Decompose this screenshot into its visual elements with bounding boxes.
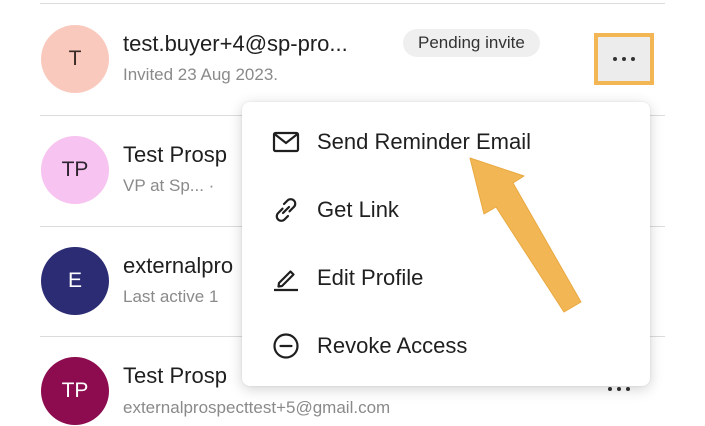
avatar-initials: T: [68, 47, 82, 70]
mail-icon: [271, 127, 301, 157]
contact-name[interactable]: Test Prosp: [123, 142, 227, 168]
avatar: E: [41, 247, 109, 315]
contact-subtitle: externalprospecttest+5@gmail.com: [123, 398, 391, 417]
avatar: TP: [41, 357, 109, 425]
avatar-initials: TP: [61, 158, 89, 181]
menu-item-label: Edit Profile: [317, 265, 424, 290]
contact-subtitle: Invited 23 Aug 2023.: [123, 65, 279, 84]
minus-circle-icon: [271, 331, 301, 361]
avatar: TP: [41, 136, 109, 204]
menu-item-label: Get Link: [317, 197, 399, 222]
avatar-initials: TP: [61, 379, 89, 402]
more-horizontal-icon: [613, 57, 635, 61]
contact-subtitle: VP at Sp... ·: [123, 176, 215, 195]
divider: [40, 3, 665, 4]
contact-name[interactable]: test.buyer+4@sp-pro...: [123, 31, 348, 57]
context-menu: Send Reminder Email Get Link Edit Profil…: [242, 102, 650, 386]
link-icon: [271, 195, 301, 225]
pencil-icon: [271, 263, 301, 293]
status-badge: Pending invite: [403, 29, 540, 57]
menu-item-label: Revoke Access: [317, 333, 468, 358]
menu-item-label: Send Reminder Email: [317, 129, 531, 154]
contact-name[interactable]: externalpro: [123, 253, 233, 279]
menu-item-revoke-access[interactable]: Revoke Access: [242, 316, 650, 376]
menu-item-get-link[interactable]: Get Link: [242, 180, 650, 240]
more-options-button[interactable]: [594, 33, 654, 85]
more-horizontal-icon[interactable]: [608, 387, 630, 391]
avatar: T: [41, 25, 109, 93]
menu-item-edit-profile[interactable]: Edit Profile: [242, 248, 650, 308]
avatar-initials: E: [67, 269, 82, 292]
contact-name[interactable]: Test Prosp: [123, 363, 227, 389]
contact-subtitle: Last active 1: [123, 287, 219, 306]
menu-item-send-reminder-email[interactable]: Send Reminder Email: [242, 112, 650, 172]
